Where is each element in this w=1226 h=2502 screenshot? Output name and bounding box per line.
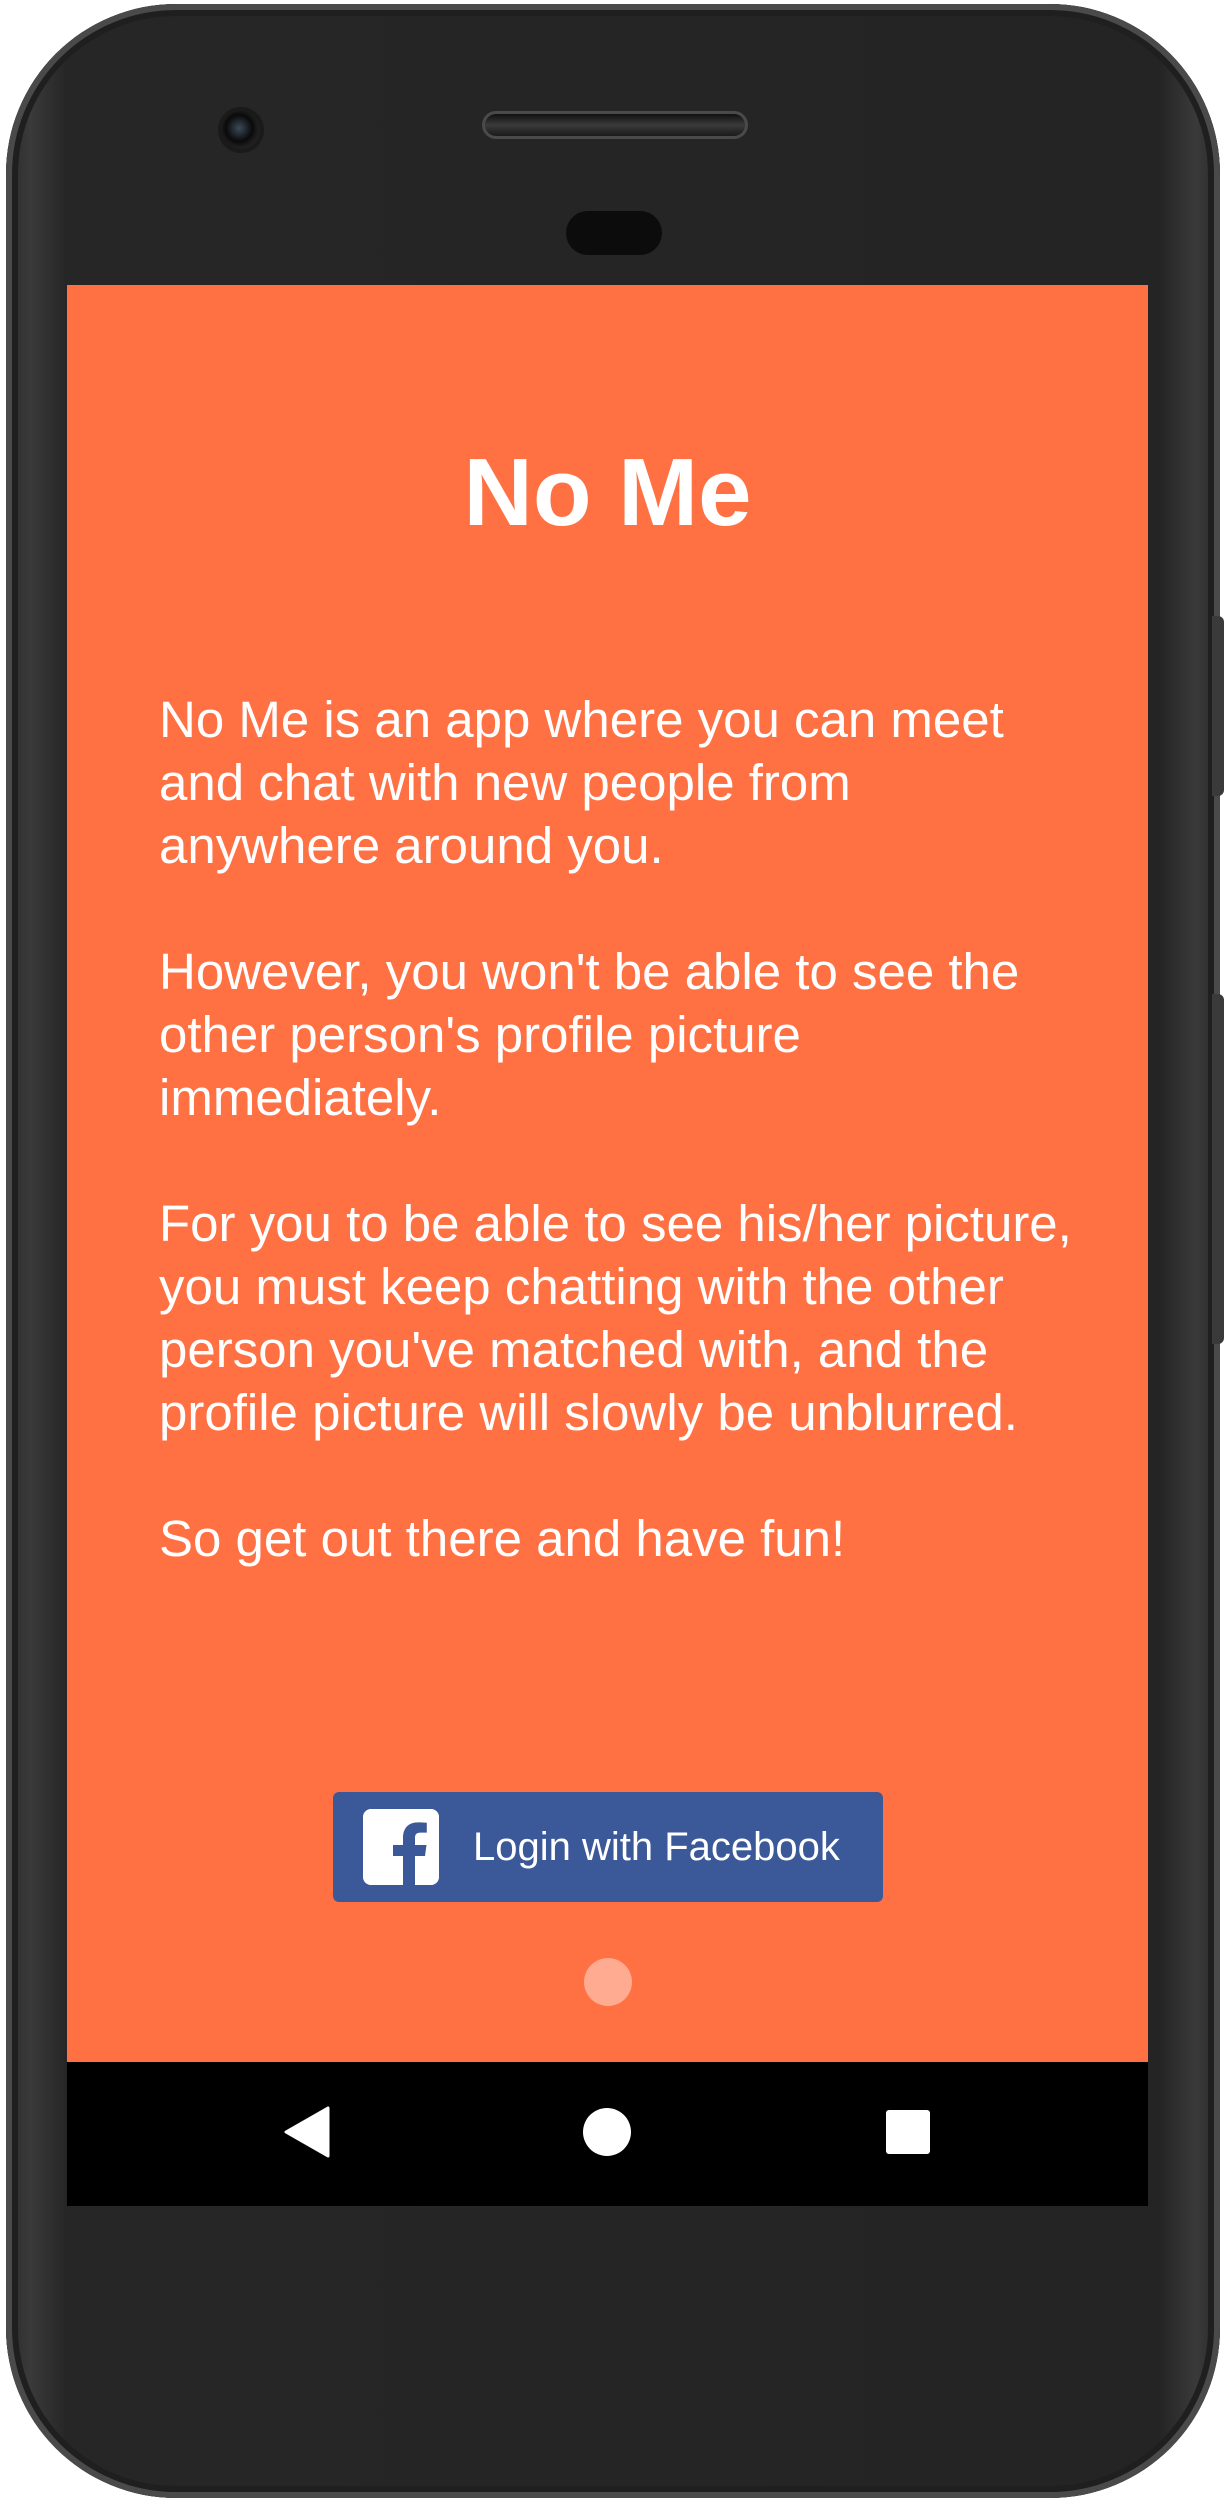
recents-button[interactable]: [848, 2062, 968, 2206]
recents-square-icon: [885, 2109, 931, 2159]
intro-text: No Me is an app where you can meet and c…: [159, 688, 1079, 1633]
facebook-icon: [363, 1809, 439, 1885]
app-title: No Me: [463, 439, 752, 546]
earpiece-speaker: [482, 111, 748, 139]
login-with-facebook-button[interactable]: Login with Facebook: [333, 1792, 883, 1902]
volume-rocker: [1212, 994, 1224, 1344]
home-button[interactable]: [547, 2062, 667, 2206]
intro-paragraph: For you to be able to see his/her pictur…: [159, 1195, 1072, 1441]
proximity-sensor: [566, 211, 662, 255]
back-triangle-icon: [284, 2106, 330, 2162]
intro-paragraph: No Me is an app where you can meet and c…: [159, 691, 1004, 874]
power-button: [1212, 616, 1224, 796]
page-indicator-dot: [584, 1958, 632, 2006]
intro-paragraph: So get out there and have fun!: [159, 1510, 846, 1567]
back-button[interactable]: [247, 2062, 367, 2206]
front-camera: [218, 107, 264, 153]
app-screen: No Me No Me is an app where you can meet…: [67, 285, 1148, 2205]
intro-paragraph: However, you won't be able to see the ot…: [159, 943, 1020, 1126]
login-button-label: Login with Facebook: [473, 1825, 840, 1869]
system-navigation-bar: [67, 2062, 1148, 2206]
home-circle-icon: [582, 2107, 632, 2161]
